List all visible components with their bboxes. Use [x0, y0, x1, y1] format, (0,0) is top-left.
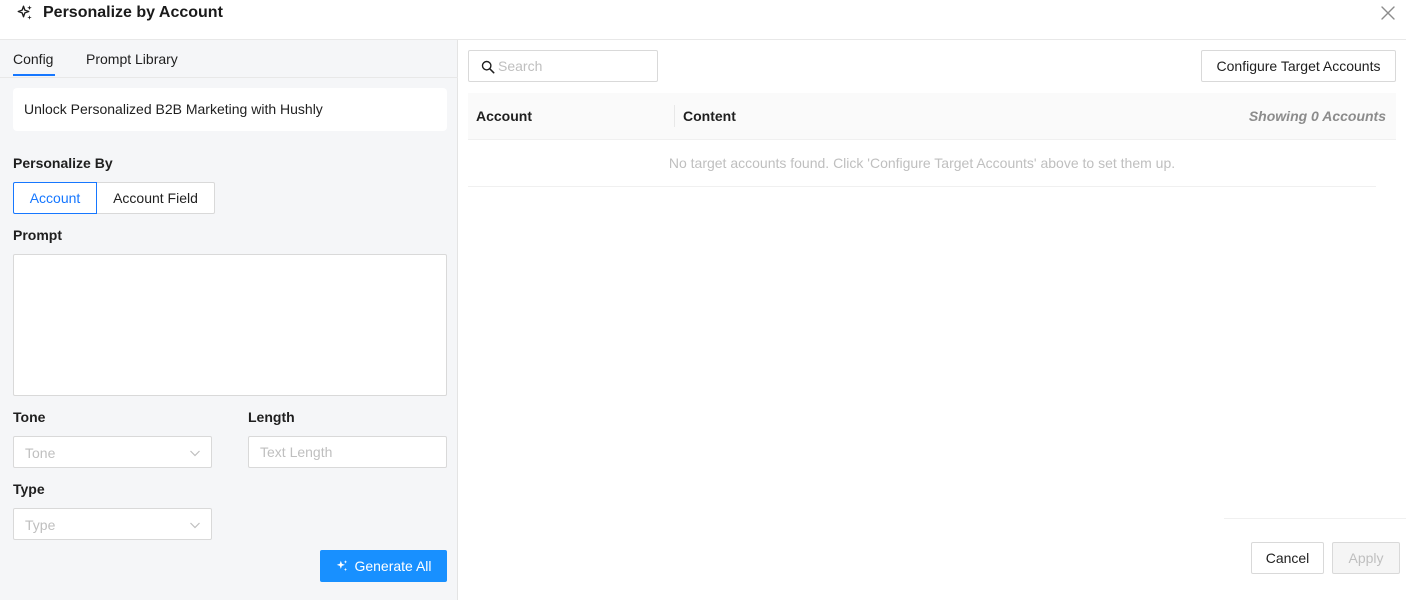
chevron-down-icon	[190, 450, 200, 457]
sparkle-icon	[337, 560, 348, 572]
table-header: Account Content Showing 0 Accounts	[468, 93, 1396, 140]
accounts-panel: Configure Target Accounts Account Conten…	[458, 40, 1406, 600]
tab-prompt-library[interactable]: Prompt Library	[86, 51, 178, 67]
column-header-content[interactable]: Content	[683, 108, 736, 124]
apply-button[interactable]: Apply	[1332, 542, 1400, 574]
personalize-by-toggle: Account Account Field	[13, 182, 215, 214]
option-account[interactable]: Account	[13, 182, 97, 214]
active-tab-indicator	[13, 74, 55, 76]
tab-config[interactable]: Config	[13, 51, 53, 67]
config-panel: Config Prompt Library Unlock Personalize…	[0, 40, 458, 600]
generate-all-label: Generate All	[354, 558, 432, 574]
length-label: Length	[248, 409, 295, 425]
search-icon	[481, 60, 495, 74]
search-box[interactable]	[468, 50, 658, 82]
panel-tabs: Config Prompt Library	[0, 40, 458, 78]
type-select[interactable]: Type	[13, 508, 212, 540]
close-icon[interactable]	[1380, 5, 1396, 21]
length-input[interactable]	[248, 436, 447, 468]
sparkle-icon	[17, 5, 32, 20]
modal-header: Personalize by Account	[0, 0, 1406, 40]
search-input[interactable]	[498, 52, 653, 80]
column-divider	[674, 105, 675, 127]
column-header-account[interactable]: Account	[476, 108, 532, 124]
configure-target-accounts-button[interactable]: Configure Target Accounts	[1201, 50, 1396, 82]
modal-title: Personalize by Account	[43, 4, 223, 21]
personalize-by-label: Personalize By	[13, 155, 113, 171]
generate-all-button[interactable]: Generate All	[320, 550, 447, 582]
option-account-field[interactable]: Account Field	[97, 182, 215, 214]
tone-placeholder: Tone	[25, 445, 56, 461]
chevron-down-icon	[190, 522, 200, 529]
cancel-button[interactable]: Cancel	[1251, 542, 1324, 574]
footer-divider	[1224, 518, 1406, 519]
type-placeholder: Type	[25, 517, 56, 533]
showing-count: Showing 0 Accounts	[1248, 108, 1386, 124]
prompt-label: Prompt	[13, 227, 62, 243]
type-label: Type	[13, 481, 45, 497]
prompt-textarea[interactable]	[13, 254, 447, 396]
tone-select[interactable]: Tone	[13, 436, 212, 468]
info-banner: Unlock Personalized B2B Marketing with H…	[13, 88, 447, 131]
tone-label: Tone	[13, 409, 46, 425]
empty-state-message: No target accounts found. Click 'Configu…	[468, 140, 1376, 187]
